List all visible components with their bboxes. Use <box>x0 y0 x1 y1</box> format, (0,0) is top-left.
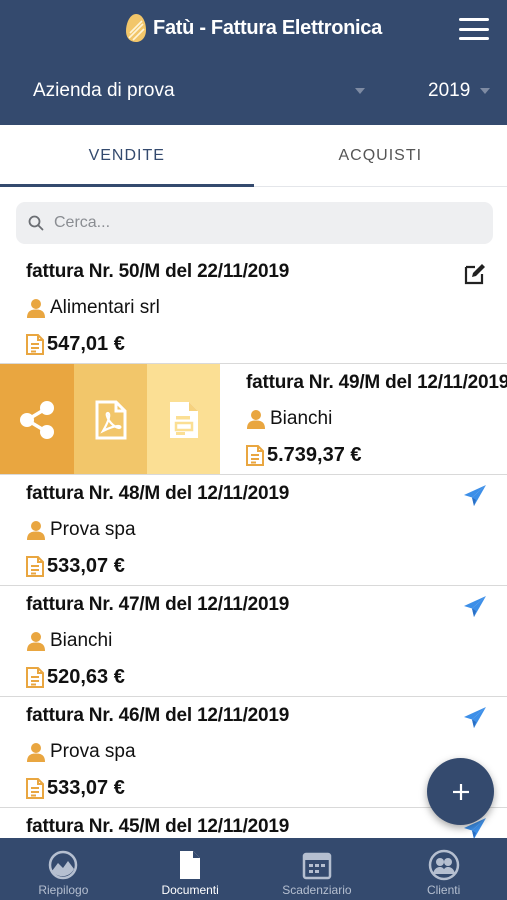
bottom-nav: Riepilogo Documenti Scadenziario Clienti <box>0 838 507 900</box>
invoice-client-name: Bianchi <box>50 630 113 651</box>
invoice-title: fattura Nr. 50/M del 22/11/2019 <box>26 261 290 282</box>
xml-doc-icon <box>169 401 198 438</box>
clients-icon <box>428 849 459 881</box>
document-icon <box>26 556 44 577</box>
document-icon <box>26 334 44 355</box>
invoice-row-content: fattura Nr. 48/M del 12/11/2019 Prova sp… <box>0 475 507 585</box>
document-icon <box>26 667 44 688</box>
hamburger-menu-icon[interactable] <box>459 18 489 40</box>
invoice-amount: 547,01 € <box>26 333 125 356</box>
add-invoice-button[interactable] <box>427 758 494 825</box>
invoice-amount-value: 547,01 € <box>47 333 125 355</box>
dashboard-icon <box>49 850 78 880</box>
company-select[interactable]: Azienda di prova <box>33 78 365 104</box>
edit-icon[interactable] <box>463 262 487 286</box>
chevron-down-icon <box>480 88 490 94</box>
app-title: Fatù - Fattura Elettronica <box>153 16 382 39</box>
invoice-amount: 520,63 € <box>26 666 125 689</box>
document-icon <box>246 445 264 466</box>
nav-label: Documenti <box>161 883 219 897</box>
invoice-client: Bianchi <box>26 630 112 652</box>
send-icon[interactable] <box>463 484 487 508</box>
invoice-row[interactable]: fattura Nr. 47/M del 12/11/2019 Bianchi … <box>0 586 507 697</box>
search-icon <box>28 215 44 231</box>
invoice-title: fattura Nr. 48/M del 12/11/2019 <box>26 483 290 504</box>
invoice-row-content: fattura Nr. 49/M del 12/11/2019 Bianchi … <box>220 364 507 474</box>
invoice-row-content: fattura Nr. 47/M del 12/11/2019 Bianchi … <box>0 586 507 696</box>
search-bar[interactable] <box>16 202 493 244</box>
nav-clienti[interactable]: Clienti <box>380 838 507 900</box>
person-icon <box>26 631 46 651</box>
title-row: Fatù - Fattura Elettronica <box>0 10 507 46</box>
app-header: Fatù - Fattura Elettronica Azienda di pr… <box>0 0 507 125</box>
invoice-amount-value: 520,63 € <box>47 666 125 688</box>
invoice-amount-value: 5.739,37 € <box>267 444 362 466</box>
company-select-value: Azienda di prova <box>33 80 175 101</box>
person-icon <box>26 520 46 540</box>
nav-label: Scadenziario <box>282 883 352 897</box>
person-icon <box>246 409 266 429</box>
invoice-amount-value: 533,07 € <box>47 777 125 799</box>
invoice-client-name: Prova spa <box>50 519 136 540</box>
invoice-row-content: fattura Nr. 50/M del 22/11/2019 Alimenta… <box>0 253 507 363</box>
invoice-row-content: fattura Nr. 45/M del 12/11/2019 <box>0 808 507 838</box>
document-icon <box>180 851 201 879</box>
pdf-button[interactable] <box>74 364 147 474</box>
share-button[interactable] <box>0 364 74 474</box>
tab-vendite[interactable]: VENDITE <box>0 125 254 187</box>
search-input[interactable] <box>54 214 454 232</box>
plus-icon <box>452 783 469 800</box>
chevron-down-icon <box>355 88 365 94</box>
person-icon <box>26 742 46 762</box>
share-icon <box>20 400 54 439</box>
send-icon[interactable] <box>463 595 487 619</box>
invoice-row[interactable]: fattura Nr. 49/M del 12/11/2019 Bianchi … <box>0 364 507 475</box>
invoice-client: Alimentari srl <box>26 297 160 319</box>
tab-acquisti[interactable]: ACQUISTI <box>254 125 507 186</box>
invoice-title: fattura Nr. 45/M del 12/11/2019 <box>26 816 290 837</box>
invoice-client: Bianchi <box>246 408 332 430</box>
invoice-client-name: Prova spa <box>50 741 136 762</box>
invoice-client: Prova spa <box>26 741 136 763</box>
invoice-row[interactable]: fattura Nr. 45/M del 12/11/2019 <box>0 808 507 838</box>
invoice-client-name: Alimentari srl <box>50 297 160 318</box>
nav-documenti[interactable]: Documenti <box>127 838 254 900</box>
invoice-client: Prova spa <box>26 519 136 541</box>
invoice-amount: 533,07 € <box>26 777 125 800</box>
nav-riepilogo[interactable]: Riepilogo <box>0 838 127 900</box>
invoice-title: fattura Nr. 49/M del 12/11/2019 <box>246 372 507 393</box>
invoice-list: fattura Nr. 50/M del 22/11/2019 Alimenta… <box>0 253 507 838</box>
nav-label: Riepilogo <box>38 883 89 897</box>
nav-scadenziario[interactable]: Scadenziario <box>254 838 381 900</box>
swipe-actions <box>0 364 220 474</box>
invoice-row[interactable]: fattura Nr. 50/M del 22/11/2019 Alimenta… <box>0 253 507 364</box>
year-select-value: 2019 <box>428 80 471 101</box>
tab-bar: VENDITE ACQUISTI <box>0 125 507 187</box>
send-icon[interactable] <box>463 706 487 730</box>
calendar-icon <box>302 852 332 880</box>
xml-button[interactable] <box>147 364 220 474</box>
invoice-client-name: Bianchi <box>270 408 333 429</box>
person-icon <box>26 298 46 318</box>
app-logo-icon <box>126 14 147 42</box>
year-select[interactable]: 2019 <box>428 78 490 104</box>
invoice-title: fattura Nr. 47/M del 12/11/2019 <box>26 594 290 615</box>
invoice-amount: 5.739,37 € <box>246 444 362 467</box>
invoice-amount-value: 533,07 € <box>47 555 125 577</box>
invoice-title: fattura Nr. 46/M del 12/11/2019 <box>26 705 290 726</box>
invoice-row[interactable]: fattura Nr. 48/M del 12/11/2019 Prova sp… <box>0 475 507 586</box>
document-icon <box>26 778 44 799</box>
pdf-icon <box>95 400 126 439</box>
invoice-amount: 533,07 € <box>26 555 125 578</box>
nav-label: Clienti <box>426 883 461 897</box>
